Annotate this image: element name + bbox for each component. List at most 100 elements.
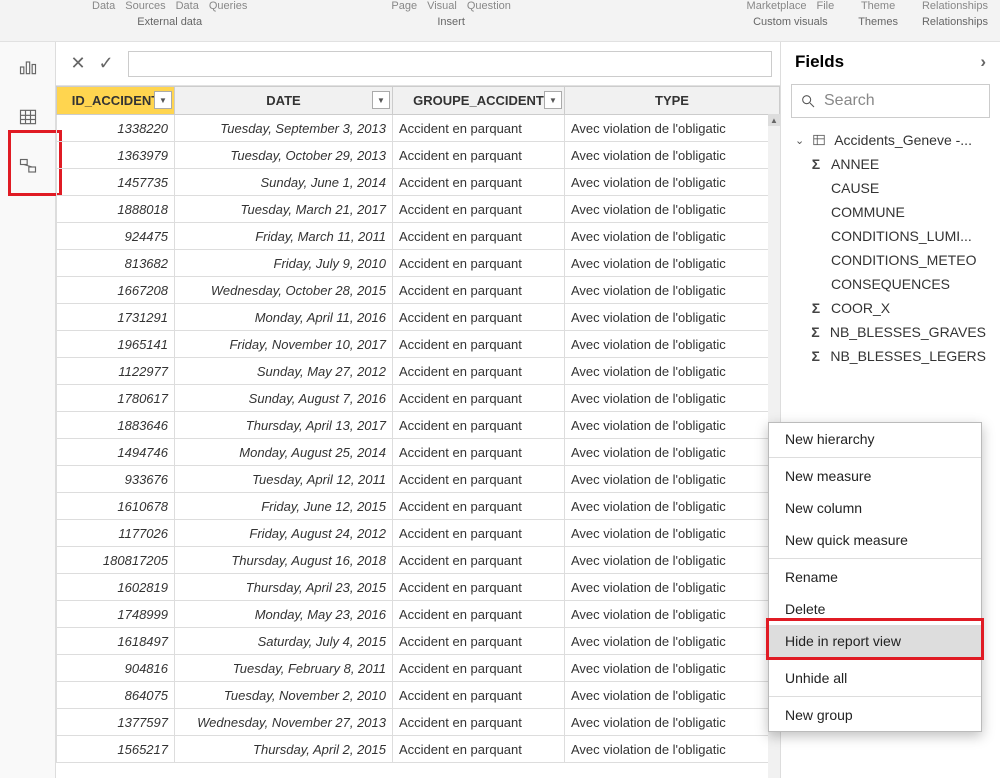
cell-date: Sunday, May 27, 2012 bbox=[175, 358, 393, 385]
field-item[interactable]: CAUSE bbox=[781, 176, 1000, 200]
ribbon-item[interactable]: Theme bbox=[861, 0, 895, 12]
field-item[interactable]: COMMUNE bbox=[781, 200, 1000, 224]
table-row[interactable]: 1731291Monday, April 11, 2016Accident en… bbox=[57, 304, 780, 331]
ribbon-group-insert: Page Visual Question Insert bbox=[379, 0, 523, 41]
ribbon-item[interactable]: Page bbox=[391, 0, 417, 12]
table-row[interactable]: 924475Friday, March 11, 2011Accident en … bbox=[57, 223, 780, 250]
cell-id: 1748999 bbox=[57, 601, 175, 628]
context-menu-item[interactable]: Hide in report view bbox=[769, 625, 981, 657]
ribbon-item[interactable]: Queries bbox=[209, 0, 248, 12]
cell-type: Avec violation de l'obligatic bbox=[565, 709, 780, 736]
table-row[interactable]: 1965141Friday, November 10, 2017Accident… bbox=[57, 331, 780, 358]
ribbon-item[interactable]: Data bbox=[176, 0, 199, 12]
context-menu-item[interactable]: New column bbox=[769, 492, 981, 524]
ribbon-item[interactable]: Sources bbox=[125, 0, 165, 12]
cell-id: 180817205 bbox=[57, 547, 175, 574]
ribbon-item[interactable]: Relationships bbox=[922, 0, 988, 12]
context-menu-item[interactable]: Rename bbox=[769, 561, 981, 593]
table-row[interactable]: 1610678Friday, June 12, 2015Accident en … bbox=[57, 493, 780, 520]
table-row[interactable]: 1377597Wednesday, November 27, 2013Accid… bbox=[57, 709, 780, 736]
table-row[interactable]: 1618497Saturday, July 4, 2015Accident en… bbox=[57, 628, 780, 655]
formula-input[interactable] bbox=[128, 51, 772, 77]
table-row[interactable]: 180817205Thursday, August 16, 2018Accide… bbox=[57, 547, 780, 574]
table-row[interactable]: 933676Tuesday, April 12, 2011Accident en… bbox=[57, 466, 780, 493]
column-header-date[interactable]: DATE ▼ bbox=[175, 87, 393, 115]
cell-type: Avec violation de l'obligatic bbox=[565, 493, 780, 520]
cell-type: Avec violation de l'obligatic bbox=[565, 601, 780, 628]
table-row[interactable]: 1457735Sunday, June 1, 2014Accident en p… bbox=[57, 169, 780, 196]
table-row[interactable]: 1748999Monday, May 23, 2016Accident en p… bbox=[57, 601, 780, 628]
table-row[interactable]: 1667208Wednesday, October 28, 2015Accide… bbox=[57, 277, 780, 304]
cell-date: Tuesday, September 3, 2013 bbox=[175, 115, 393, 142]
cell-id: 1731291 bbox=[57, 304, 175, 331]
data-grid: ID_ACCIDENT ▼ DATE ▼ GROUPE_ACCIDENT ▼ T… bbox=[56, 86, 780, 778]
report-view-icon[interactable] bbox=[12, 54, 44, 80]
column-header-label: ID_ACCIDENT bbox=[72, 93, 159, 108]
cell-group: Accident en parquant bbox=[393, 385, 565, 412]
table-row[interactable]: 813682Friday, July 9, 2010Accident en pa… bbox=[57, 250, 780, 277]
cell-group: Accident en parquant bbox=[393, 115, 565, 142]
column-header-group[interactable]: GROUPE_ACCIDENT ▼ bbox=[393, 87, 565, 115]
cell-id: 1888018 bbox=[57, 196, 175, 223]
table-row[interactable]: 1602819Thursday, April 23, 2015Accident … bbox=[57, 574, 780, 601]
cell-id: 1883646 bbox=[57, 412, 175, 439]
table-row[interactable]: 1780617Sunday, August 7, 2016Accident en… bbox=[57, 385, 780, 412]
table-row[interactable]: 1888018Tuesday, March 21, 2017Accident e… bbox=[57, 196, 780, 223]
chevron-right-icon[interactable]: › bbox=[980, 52, 986, 72]
table-row[interactable]: 1494746Monday, August 25, 2014Accident e… bbox=[57, 439, 780, 466]
cell-group: Accident en parquant bbox=[393, 655, 565, 682]
field-item[interactable]: CONDITIONS_METEO bbox=[781, 248, 1000, 272]
ribbon-item[interactable]: Visual bbox=[427, 0, 457, 12]
table-row[interactable]: 1122977Sunday, May 27, 2012Accident en p… bbox=[57, 358, 780, 385]
field-item[interactable]: ΣNB_BLESSES_GRAVES bbox=[781, 320, 1000, 344]
table-row[interactable]: 1177026Friday, August 24, 2012Accident e… bbox=[57, 520, 780, 547]
field-item[interactable]: ΣCOOR_X bbox=[781, 296, 1000, 320]
confirm-icon[interactable]: ✓ bbox=[92, 50, 120, 78]
cell-group: Accident en parquant bbox=[393, 493, 565, 520]
filter-dropdown-icon[interactable]: ▼ bbox=[154, 91, 172, 109]
cancel-icon[interactable]: ✕ bbox=[64, 50, 92, 78]
column-header-type[interactable]: TYPE bbox=[565, 87, 780, 115]
column-header-id[interactable]: ID_ACCIDENT ▼ bbox=[57, 87, 175, 115]
cell-id: 924475 bbox=[57, 223, 175, 250]
table-row[interactable]: 1883646Thursday, April 13, 2017Accident … bbox=[57, 412, 780, 439]
table-row[interactable]: 1363979Tuesday, October 29, 2013Accident… bbox=[57, 142, 780, 169]
cell-date: Monday, May 23, 2016 bbox=[175, 601, 393, 628]
ribbon-item[interactable]: Marketplace bbox=[747, 0, 807, 12]
column-header-label: TYPE bbox=[655, 93, 689, 108]
field-item[interactable]: ΣNB_BLESSES_LEGERS bbox=[781, 344, 1000, 368]
context-menu-item[interactable]: Delete bbox=[769, 593, 981, 625]
context-menu-item[interactable]: Unhide all bbox=[769, 662, 981, 694]
field-label: NB_BLESSES_LEGERS bbox=[830, 348, 986, 364]
cell-group: Accident en parquant bbox=[393, 439, 565, 466]
cell-type: Avec violation de l'obligatic bbox=[565, 466, 780, 493]
field-item[interactable]: ΣANNEE bbox=[781, 152, 1000, 176]
filter-dropdown-icon[interactable]: ▼ bbox=[372, 91, 390, 109]
context-menu-item[interactable]: New measure bbox=[769, 460, 981, 492]
ribbon-group-external-data: Data Sources Data Queries External data bbox=[80, 0, 259, 41]
cell-group: Accident en parquant bbox=[393, 601, 565, 628]
field-item[interactable]: CONSEQUENCES bbox=[781, 272, 1000, 296]
ribbon-item[interactable]: File bbox=[816, 0, 834, 12]
table-row[interactable]: 1565217Thursday, April 2, 2015Accident e… bbox=[57, 736, 780, 763]
filter-dropdown-icon[interactable]: ▼ bbox=[544, 91, 562, 109]
cell-type: Avec violation de l'obligatic bbox=[565, 277, 780, 304]
table-row[interactable]: 904816Tuesday, February 8, 2011Accident … bbox=[57, 655, 780, 682]
search-icon bbox=[800, 93, 816, 109]
context-menu-item[interactable]: New hierarchy bbox=[769, 423, 981, 455]
context-menu-item[interactable]: New quick measure bbox=[769, 524, 981, 556]
field-item[interactable]: CONDITIONS_LUMI... bbox=[781, 224, 1000, 248]
cell-type: Avec violation de l'obligatic bbox=[565, 655, 780, 682]
ribbon-item[interactable]: Question bbox=[467, 0, 511, 12]
context-menu-item[interactable]: New group bbox=[769, 699, 981, 731]
table-row[interactable]: 1338220Tuesday, September 3, 2013Acciden… bbox=[57, 115, 780, 142]
data-view-icon[interactable] bbox=[12, 104, 44, 130]
ribbon-item[interactable]: Data bbox=[92, 0, 115, 12]
fields-table-row[interactable]: ⌄ Accidents_Geneve -... bbox=[781, 128, 1000, 152]
table-row[interactable]: 864075Tuesday, November 2, 2010Accident … bbox=[57, 682, 780, 709]
cell-id: 1494746 bbox=[57, 439, 175, 466]
model-view-icon[interactable] bbox=[12, 154, 44, 180]
fields-search[interactable]: Search bbox=[791, 84, 990, 118]
field-label: ANNEE bbox=[831, 156, 879, 172]
scroll-up-icon[interactable]: ▲ bbox=[768, 114, 780, 126]
